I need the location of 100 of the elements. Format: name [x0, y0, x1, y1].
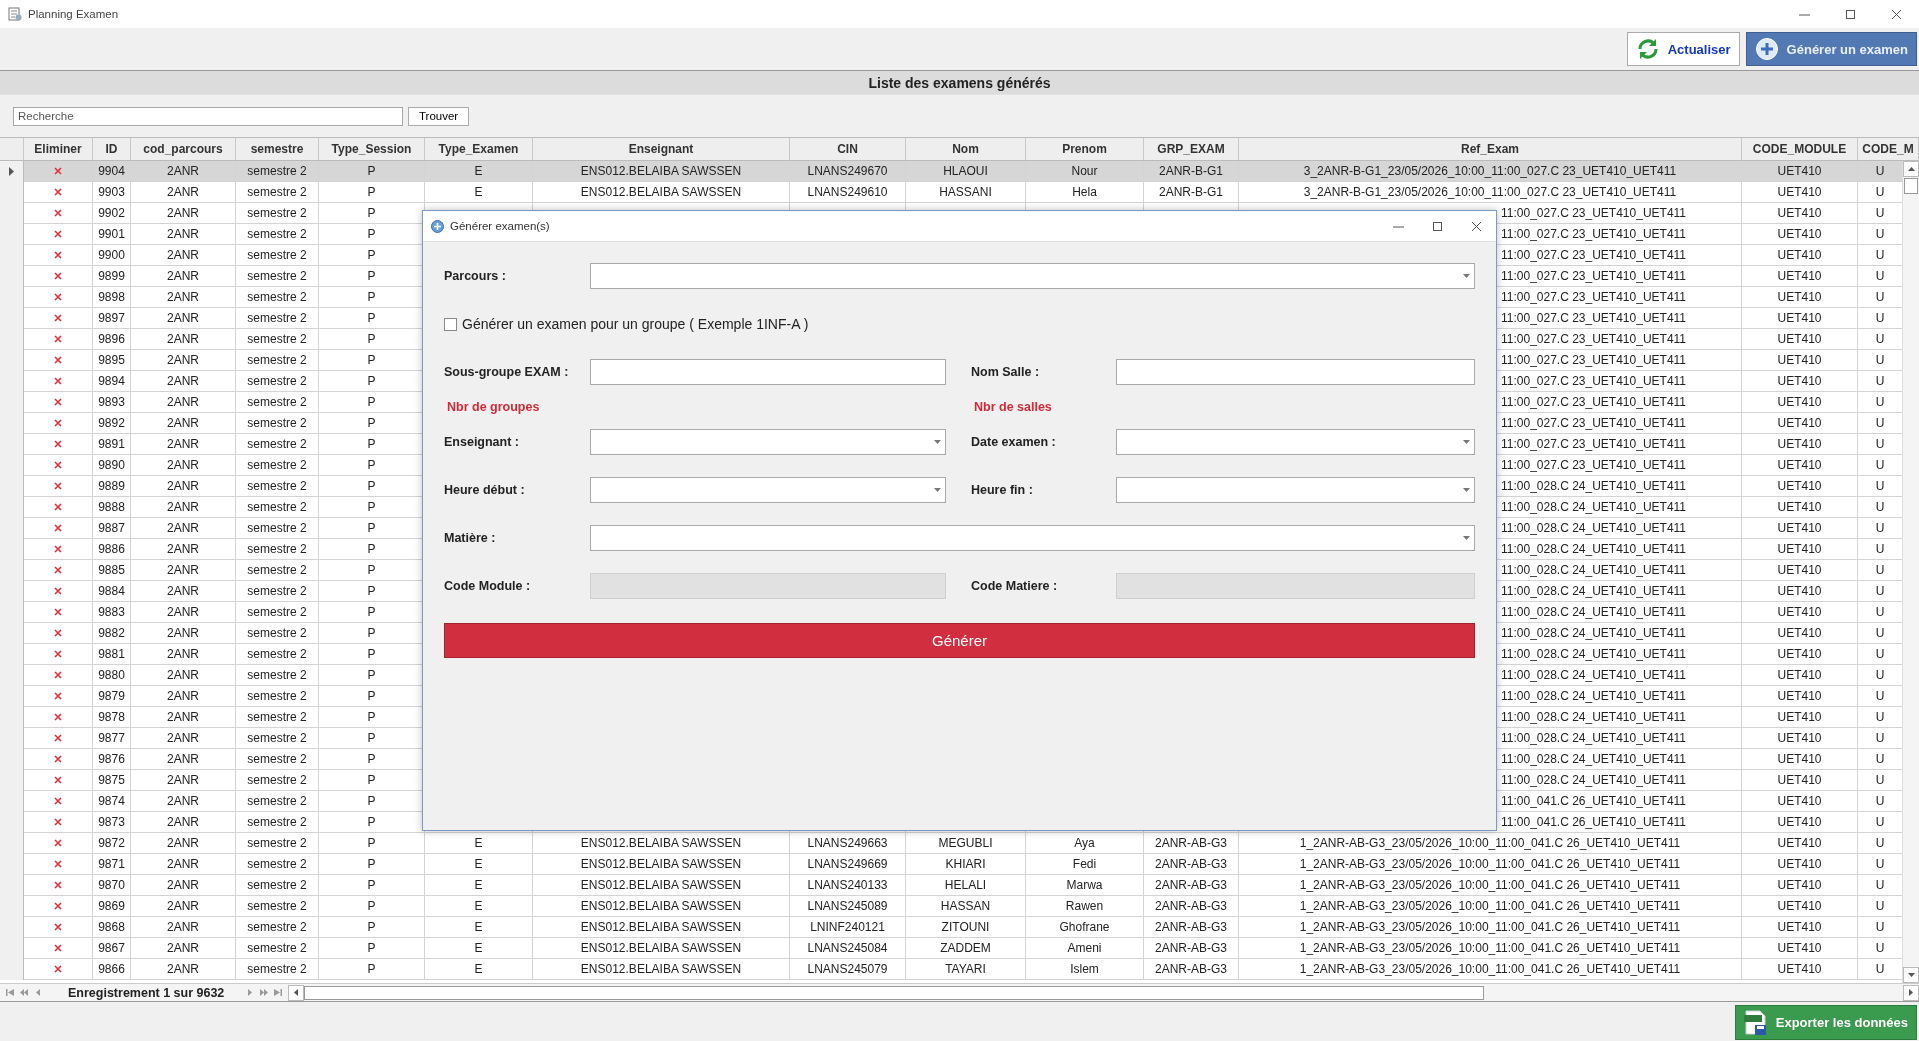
- table-row[interactable]: 9869 2ANR semestre 2 P E ENS012.BELAIBA SAWSSEN LNANS245089 HASSAN Rawen 2ANR-AB-G3 1_2ANR-AB-G3_23/05/2026_10:00_11:00_041.C 26_UET410_UET411 UET410 U: [0, 896, 1902, 917]
- delete-icon[interactable]: [54, 545, 62, 553]
- delete-icon[interactable]: [54, 167, 62, 175]
- delete-icon[interactable]: [54, 356, 62, 364]
- dropdown-field[interactable]: [590, 477, 946, 503]
- delete-icon[interactable]: [54, 881, 62, 889]
- scroll-left-button[interactable]: [288, 984, 305, 1001]
- refresh-button[interactable]: Actualiser: [1626, 32, 1740, 66]
- table-cell: ZITOUNI: [941, 920, 990, 934]
- delete-icon[interactable]: [54, 734, 62, 742]
- column-header[interactable]: GRP_EXAM: [1144, 138, 1239, 160]
- dropdown-field[interactable]: [590, 263, 1475, 289]
- column-header[interactable]: semestre: [236, 138, 319, 160]
- delete-icon[interactable]: [54, 608, 62, 616]
- export-button[interactable]: Exporter les données: [1734, 1005, 1917, 1040]
- scrollbar-thumb[interactable]: [1904, 178, 1918, 194]
- delete-icon[interactable]: [54, 314, 62, 322]
- delete-icon[interactable]: [54, 503, 62, 511]
- scroll-right-button[interactable]: [1903, 984, 1919, 1001]
- scrollbar-thumb[interactable]: [304, 985, 1485, 1000]
- previous-record-icon[interactable]: [34, 989, 42, 996]
- delete-icon[interactable]: [54, 923, 62, 931]
- generate-button[interactable]: Générer: [444, 623, 1475, 658]
- delete-icon[interactable]: [54, 293, 62, 301]
- table-row[interactable]: 9868 2ANR semestre 2 P E ENS012.BELAIBA SAWSSEN LNINF240121 ZITOUNI Ghofrane 2ANR-AB-G3 1_2ANR-AB-G3_23/05/2026_10:00_11:00_041.C 26_UET410_UET411 UET410 U: [0, 917, 1902, 938]
- delete-icon[interactable]: [54, 440, 62, 448]
- table-cell: 11:00_028.C 24_UET410_UET411: [1501, 731, 1686, 745]
- column-header[interactable]: ID: [93, 138, 131, 160]
- table-row[interactable]: 9870 2ANR semestre 2 P E ENS012.BELAIBA SAWSSEN LNANS240133 HELALI Marwa 2ANR-AB-G3 1_2ANR-AB-G3_23/05/2026_10:00_11:00_041.C 26_UET410_UET411 UET410 U: [0, 875, 1902, 896]
- column-header[interactable]: Eliminer: [24, 138, 93, 160]
- input-field[interactable]: [1116, 359, 1475, 385]
- column-header[interactable]: Type_Session: [319, 138, 425, 160]
- delete-icon[interactable]: [54, 797, 62, 805]
- table-cell: U: [1875, 899, 1885, 913]
- table-cell: 3_2ANR-B-G1_23/05/2026_10:00_11:00_027.C 23_UET410_UET411: [1303, 185, 1677, 199]
- checkbox-label[interactable]: Générer un examen pour un groupe ( Exemple 1INF-A ): [462, 316, 809, 332]
- delete-icon[interactable]: [54, 629, 62, 637]
- table-cell: semestre 2: [247, 416, 307, 430]
- delete-icon[interactable]: [54, 272, 62, 280]
- add-button[interactable]: Générer un examen: [1745, 32, 1917, 66]
- dropdown-field[interactable]: [1116, 429, 1475, 455]
- table-cell: UET410: [1777, 542, 1822, 556]
- next-record-icon[interactable]: [246, 989, 255, 996]
- column-header[interactable]: Type_Examen: [425, 138, 533, 160]
- delete-icon[interactable]: [54, 377, 62, 385]
- table-row[interactable]: 9871 2ANR semestre 2 P E ENS012.BELAIBA SAWSSEN LNANS249669 KHIARI Fedi 2ANR-AB-G3 1_2ANR-AB-G3_23/05/2026_10:00_11:00_041.C 26_UET410_UET411 UET410 U: [0, 854, 1902, 875]
- column-header[interactable]: CIN: [790, 138, 906, 160]
- dropdown-field[interactable]: [1116, 477, 1475, 503]
- table-cell: 9902: [98, 206, 125, 220]
- column-header[interactable]: Ref_Exam: [1239, 138, 1742, 160]
- find-button[interactable]: Trouver: [408, 106, 470, 126]
- delete-icon[interactable]: [54, 755, 62, 763]
- dropdown-field[interactable]: [590, 429, 946, 455]
- table-row[interactable]: 9867 2ANR semestre 2 P E ENS012.BELAIBA SAWSSEN LNANS245084 ZADDEM Ameni 2ANR-AB-G3 1_2ANR-AB-G3_23/05/2026_10:00_11:00_041.C 26_UET410_UET411 UET410 U: [0, 938, 1902, 959]
- column-header[interactable]: CODE_MODULE: [1742, 138, 1858, 160]
- delete-icon[interactable]: [54, 671, 62, 679]
- delete-icon[interactable]: [54, 818, 62, 826]
- delete-icon[interactable]: [54, 482, 62, 490]
- delete-icon[interactable]: [54, 188, 62, 196]
- column-header[interactable]: CODE_M: [1858, 138, 1919, 160]
- delete-icon[interactable]: [54, 650, 62, 658]
- table-cell: U: [1875, 710, 1885, 724]
- column-header[interactable]: Enseignant: [533, 138, 790, 160]
- delete-icon[interactable]: [54, 524, 62, 532]
- column-header[interactable]: Nom: [906, 138, 1026, 160]
- last-record-icon[interactable]: [274, 989, 283, 996]
- delete-icon[interactable]: [54, 566, 62, 574]
- delete-icon[interactable]: [54, 209, 62, 217]
- delete-icon[interactable]: [54, 419, 62, 427]
- scroll-down-button[interactable]: [1903, 967, 1919, 983]
- delete-icon[interactable]: [54, 335, 62, 343]
- delete-icon[interactable]: [54, 230, 62, 238]
- table-row[interactable]: 9903 2ANR semestre 2 P E ENS012.BELAIBA SAWSSEN LNANS249610 HASSANI Hela 2ANR-B-G1 3_2ANR-B-G1_23/05/2026_10:00_11:00_027.C 23_UET410_UET411 UET410 U: [0, 182, 1902, 203]
- delete-icon[interactable]: [54, 944, 62, 952]
- delete-icon[interactable]: [54, 461, 62, 469]
- delete-icon[interactable]: [54, 776, 62, 784]
- next-page-icon[interactable]: [260, 989, 269, 996]
- dropdown-field[interactable]: [590, 525, 1475, 551]
- input-field[interactable]: [590, 359, 946, 385]
- checkbox[interactable]: [444, 317, 457, 331]
- row-header[interactable]: [0, 161, 24, 182]
- delete-icon[interactable]: [54, 692, 62, 700]
- table-row[interactable]: 9904 2ANR semestre 2 P E ENS012.BELAIBA SAWSSEN LNANS249670 HLAOUI Nour 2ANR-B-G1 3_2ANR-B-G1_23/05/2026_10:00_11:00_027.C 23_UET410_UET411 UET410 U: [0, 161, 1902, 182]
- delete-icon[interactable]: [54, 860, 62, 868]
- search-field[interactable]: Recherche: [13, 106, 403, 126]
- previous-page-icon[interactable]: [20, 989, 28, 996]
- delete-icon[interactable]: [54, 902, 62, 910]
- delete-icon[interactable]: [54, 251, 62, 259]
- scroll-up-button[interactable]: [1903, 161, 1919, 177]
- table-cell: 9893: [98, 395, 125, 409]
- table-row[interactable]: 9866 2ANR semestre 2 P E ENS012.BELAIBA SAWSSEN LNANS245079 TAYARI Islem 2ANR-AB-G3 1_2ANR-AB-G3_23/05/2026_10:00_11:00_041.C 26_UET410_UET411 UET410 U: [0, 959, 1902, 980]
- first-record-icon[interactable]: [6, 989, 14, 996]
- delete-icon[interactable]: [54, 398, 62, 406]
- column-header[interactable]: cod_parcours: [131, 138, 236, 160]
- delete-icon[interactable]: [54, 587, 62, 595]
- delete-icon[interactable]: [54, 839, 62, 847]
- table-row[interactable]: 9872 2ANR semestre 2 P E ENS012.BELAIBA SAWSSEN LNANS249663 MEGUBLI Aya 2ANR-AB-G3 1_2ANR-AB-G3_23/05/2026_10:00_11:00_041.C 26_UET410_UET411 UET410 U: [0, 833, 1902, 854]
- column-header[interactable]: Prenom: [1026, 138, 1144, 160]
- delete-icon[interactable]: [54, 713, 62, 721]
- delete-icon[interactable]: [54, 965, 62, 973]
